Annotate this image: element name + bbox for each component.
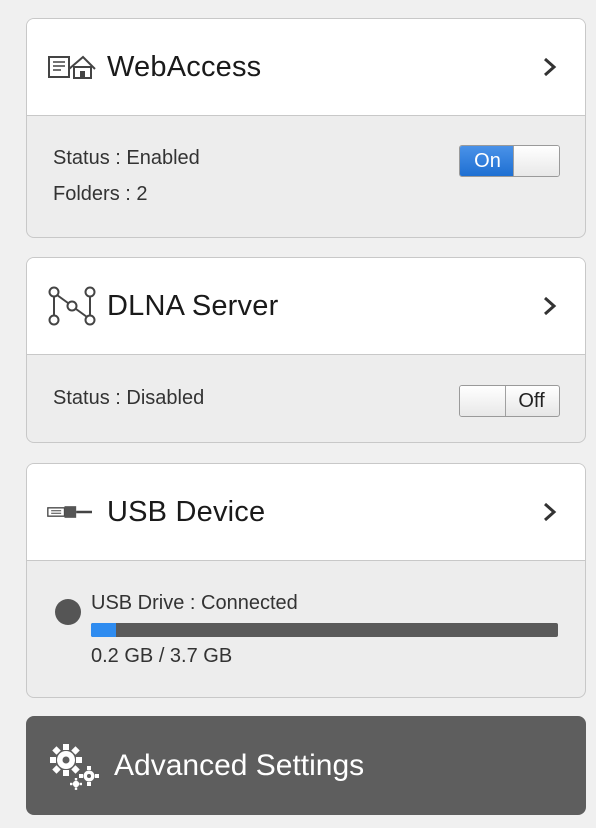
dlna-card: DLNA Server Status : Disabled Off xyxy=(26,257,586,443)
webaccess-card: WebAccess Status : Enabled Folders : 2 O… xyxy=(26,18,586,238)
usb-status-dot xyxy=(55,599,81,625)
usb-body: USB Drive : Connected 0.2 GB / 3.7 GB xyxy=(27,561,585,697)
toggle-off-label: Off xyxy=(518,389,545,412)
usb-title: USB Device xyxy=(107,495,266,528)
advanced-settings-button[interactable]: Advanced Settings xyxy=(26,716,586,815)
dlna-status: Status : Disabled xyxy=(53,387,205,409)
usb-drive-status: USB Drive : Connected xyxy=(91,592,298,614)
toggle-knob xyxy=(513,146,559,176)
webaccess-toggle[interactable]: On xyxy=(459,145,560,177)
webaccess-header[interactable]: WebAccess xyxy=(27,19,585,116)
usb-usage-fill xyxy=(91,623,117,637)
chevron-right-icon xyxy=(543,501,557,523)
webaccess-body: Status : Enabled Folders : 2 On xyxy=(27,116,585,237)
webaccess-folders: Folders : 2 xyxy=(53,183,148,205)
dlna-toggle[interactable]: Off xyxy=(459,385,560,417)
chevron-right-icon xyxy=(543,295,557,317)
usb-connector-icon xyxy=(47,494,97,530)
dlna-title: DLNA Server xyxy=(107,289,279,322)
usb-header[interactable]: USB Device xyxy=(27,464,585,561)
usb-usage-bar xyxy=(91,623,558,637)
dlna-network-icon xyxy=(47,286,97,326)
webaccess-title: WebAccess xyxy=(107,50,262,83)
dlna-header[interactable]: DLNA Server xyxy=(27,258,585,355)
usb-usage-text: 0.2 GB / 3.7 GB xyxy=(91,645,233,667)
advanced-settings-label: Advanced Settings xyxy=(114,748,365,782)
toggle-on-label: On xyxy=(460,146,515,176)
usb-card: USB Device USB Drive : Connected 0.2 GB … xyxy=(26,463,586,698)
webaccess-icon xyxy=(47,49,97,85)
chevron-right-icon xyxy=(543,56,557,78)
toggle-knob xyxy=(460,386,506,416)
gears-icon xyxy=(46,740,106,792)
dlna-body: Status : Disabled Off xyxy=(27,355,585,442)
webaccess-status: Status : Enabled xyxy=(53,147,200,169)
